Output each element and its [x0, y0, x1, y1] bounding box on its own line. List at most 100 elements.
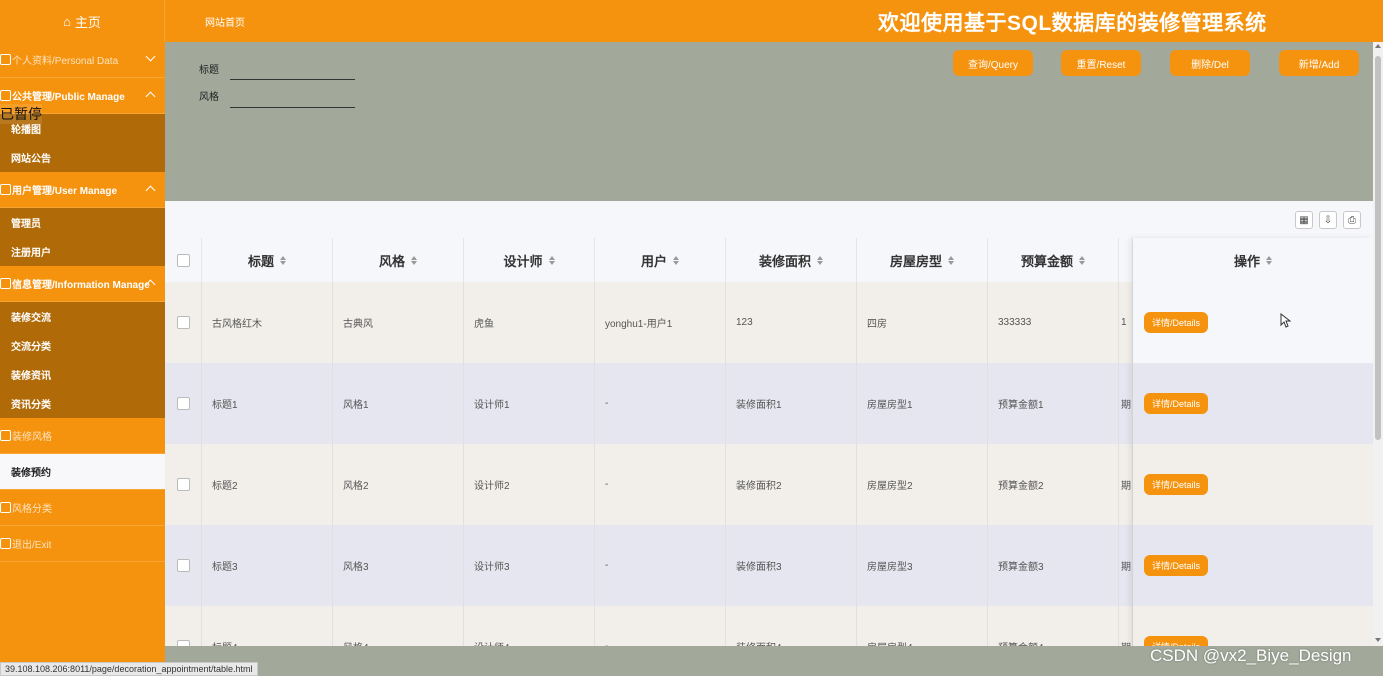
chevron-down-icon — [145, 51, 156, 62]
sidebar-item-decoration-exchange[interactable]: 装修交流 — [0, 302, 165, 331]
sort-icon — [817, 255, 823, 265]
title-field-label: 标题 — [199, 65, 219, 76]
column-header-label: 操作 — [1233, 253, 1260, 269]
cell-style: 风格2 — [333, 444, 464, 525]
sidebar-group-label: 公共管理/Public Manage — [12, 92, 125, 103]
cell-designer: 虎鱼 — [464, 282, 595, 363]
sidebar-item-exchange-category[interactable]: 交流分类 — [0, 331, 165, 360]
operation-cell: 详情/Details — [1133, 282, 1373, 363]
logout-icon — [0, 538, 11, 549]
column-header-label: 装修面积 — [758, 253, 811, 269]
column-header-area[interactable]: 装修面积 — [726, 238, 857, 282]
details-button[interactable]: 详情/Details — [1144, 555, 1209, 576]
operation-cell: 详情/Details — [1133, 525, 1373, 606]
submenu-information-manage: 装修交流 交流分类 装修资讯 资讯分类 — [0, 302, 165, 418]
delete-button[interactable]: 删除/Del — [1170, 50, 1250, 76]
cell-area: 装修面积2 — [726, 444, 857, 525]
brush-icon — [0, 430, 11, 441]
cell-designer: 设计师1 — [464, 363, 595, 444]
sidebar-group-style-category[interactable]: 风格分类 — [0, 490, 165, 526]
cell-budget: 预算金额4 — [988, 606, 1119, 646]
cell-house-type: 房屋房型1 — [857, 363, 988, 444]
column-header-operation[interactable]: 操作 — [1133, 238, 1373, 282]
paused-overlay: 已暂停 — [0, 104, 42, 124]
sort-icon — [548, 255, 555, 265]
sidebar-item-announcement[interactable]: 网站公告 — [0, 143, 165, 172]
gear-icon — [0, 278, 11, 289]
sidebar-item-news-category[interactable]: 资讯分类 — [0, 389, 165, 418]
cell-budget: 预算金额2 — [988, 444, 1119, 525]
select-all-checkbox[interactable] — [176, 253, 190, 267]
cell-user: - — [595, 363, 726, 444]
sidebar-group-personal-data[interactable]: 个人资料/Personal Data — [0, 42, 165, 78]
status-url: 39.108.108.206:8011/page/decoration_appo… — [0, 662, 258, 676]
cell-overflow: 期 — [1119, 525, 1133, 606]
row-checkbox[interactable] — [176, 640, 190, 646]
sidebar-item-decoration-appointment[interactable]: 装修预约 — [0, 454, 165, 490]
row-select-cell — [165, 525, 202, 606]
row-checkbox[interactable] — [176, 559, 190, 572]
cell-style: 风格3 — [333, 525, 464, 606]
sidebar-group-information-manage[interactable]: 信息管理/Information Manage — [0, 266, 165, 302]
folder-icon — [0, 90, 11, 101]
sidebar-group-label: 装修预约 — [11, 468, 51, 479]
title-input[interactable] — [230, 79, 355, 80]
sidebar-group-decoration-style[interactable]: 装修风格 — [0, 418, 165, 454]
add-button[interactable]: 新增/Add — [1279, 50, 1359, 76]
row-checkbox[interactable] — [176, 397, 190, 410]
column-header-title[interactable]: 标题 — [202, 238, 333, 282]
sidebar-item-admin[interactable]: 管理员 — [0, 208, 165, 237]
row-select-cell — [165, 363, 202, 444]
breadcrumb[interactable]: 网站首页 — [205, 14, 245, 29]
top-bar: ⌂ 主页 网站首页 欢迎使用基于SQL数据库的装修管理系统 — [0, 0, 1383, 42]
query-button[interactable]: 查询/Query — [953, 50, 1033, 76]
sidebar-group-label: 退出/Exit — [12, 540, 52, 551]
sidebar: 个人资料/Personal Data 公共管理/Public Manage 轮播… — [0, 42, 165, 662]
sidebar-group-label: 装修风格 — [12, 432, 52, 443]
sidebar-group-user-manage[interactable]: 用户管理/User Manage — [0, 172, 165, 208]
reset-button[interactable]: 重置/Reset — [1061, 50, 1141, 76]
cell-designer: 设计师3 — [464, 525, 595, 606]
print-icon[interactable]: ⎙ — [1343, 211, 1361, 229]
table-toolbar: ▦ ⇩ ⎙ — [1295, 211, 1361, 229]
sidebar-item-exit[interactable]: 退出/Exit — [0, 526, 165, 562]
sidebar-item-registered-users[interactable]: 注册用户 — [0, 237, 165, 266]
mouse-cursor-icon — [1280, 313, 1291, 328]
operation-column: 操作 详情/Details 详情/Details 详情/Details 详情/D… — [1133, 238, 1373, 646]
export-icon[interactable]: ⇩ — [1319, 211, 1337, 229]
column-header-house-type[interactable]: 房屋房型 — [857, 238, 988, 282]
chevron-up-icon — [145, 91, 156, 102]
row-checkbox[interactable] — [176, 478, 190, 491]
sort-icon — [673, 255, 679, 265]
home-link[interactable]: ⌂ 主页 — [0, 0, 165, 42]
row-checkbox[interactable] — [176, 316, 190, 329]
column-header-label: 房屋房型 — [889, 253, 942, 269]
column-header-designer[interactable]: 设计师 — [464, 238, 595, 282]
column-header-user[interactable]: 用户 — [595, 238, 726, 282]
details-button[interactable]: 详情/Details — [1144, 393, 1209, 414]
scroll-down-icon[interactable] — [1375, 638, 1381, 642]
sidebar-item-decoration-news[interactable]: 装修资讯 — [0, 360, 165, 389]
row-select-cell — [165, 606, 202, 646]
cell-budget: 预算金额1 — [988, 363, 1119, 444]
details-button[interactable]: 详情/Details — [1144, 312, 1209, 333]
scroll-up-icon[interactable] — [1375, 44, 1381, 48]
cell-house-type: 房屋房型3 — [857, 525, 988, 606]
columns-icon[interactable]: ▦ — [1295, 211, 1313, 229]
sort-icon — [948, 255, 954, 265]
details-button[interactable]: 详情/Details — [1144, 474, 1209, 495]
column-header-budget[interactable]: 预算金额 — [988, 238, 1119, 282]
cell-overflow: 期 — [1119, 606, 1133, 646]
column-header-style[interactable]: 风格 — [333, 238, 464, 282]
cell-style: 风格1 — [333, 363, 464, 444]
scroll-thumb[interactable] — [1375, 56, 1381, 440]
page-scrollbar[interactable] — [1373, 42, 1383, 646]
user-icon — [0, 54, 11, 65]
style-input[interactable] — [230, 107, 355, 108]
cell-overflow: 1 — [1119, 282, 1133, 363]
sidebar-group-label: 信息管理/Information Manage — [12, 280, 150, 291]
details-button[interactable]: 详情/Details — [1144, 636, 1209, 646]
column-header-label: 预算金额 — [1020, 253, 1073, 269]
cell-house-type: 房屋房型4 — [857, 606, 988, 646]
sidebar-group-label: 用户管理/User Manage — [12, 186, 118, 197]
